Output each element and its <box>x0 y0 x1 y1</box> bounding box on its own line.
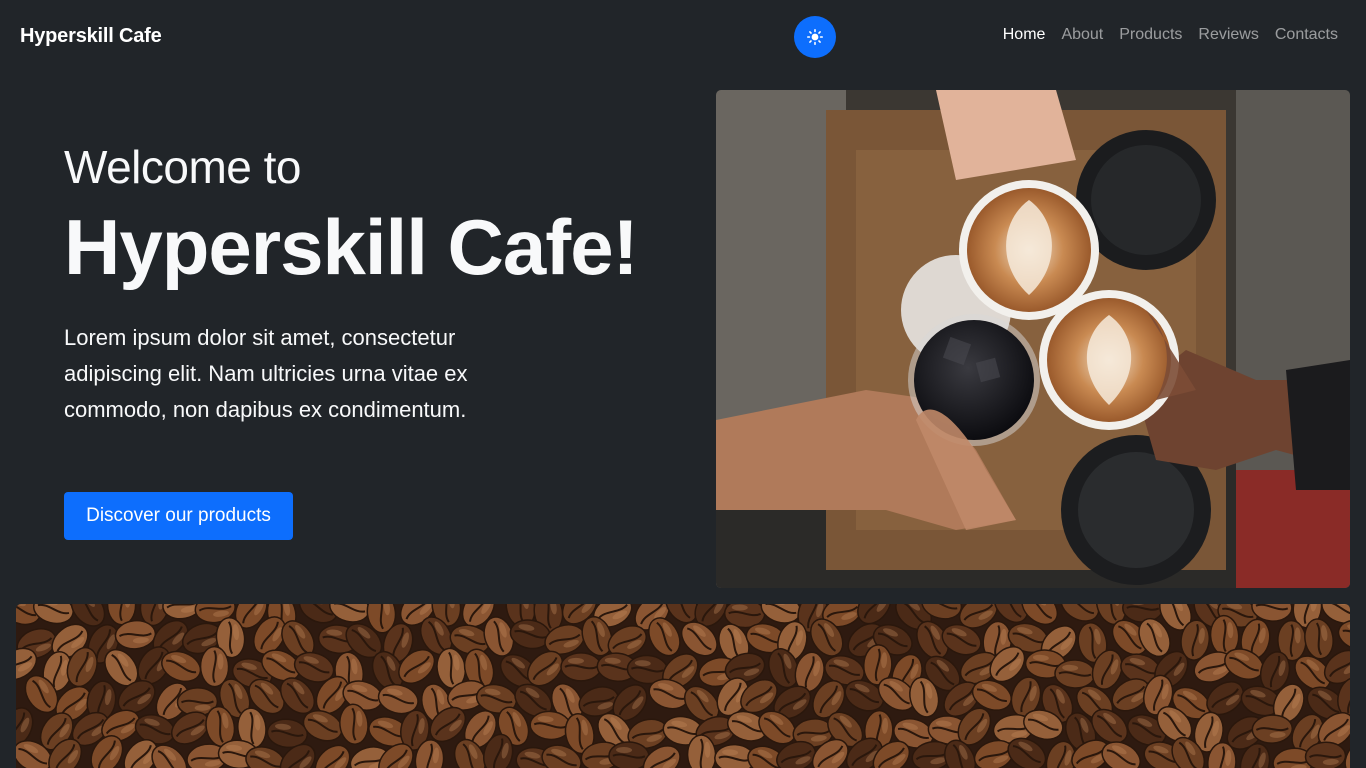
hero-lead: Lorem ipsum dolor sit amet, consectetur … <box>64 325 468 422</box>
hero-welcome: Welcome to <box>64 141 302 193</box>
brand-link[interactable]: Hyperskill Cafe <box>20 25 162 48</box>
theme-toggle-button[interactable] <box>794 16 836 58</box>
navbar: Hyperskill Cafe Home About Products Revi… <box>0 0 1366 74</box>
nav-link-reviews[interactable]: Reviews <box>1198 26 1258 43</box>
coffee-beans-banner-image <box>16 604 1350 768</box>
nav-link-products[interactable]: Products <box>1119 26 1182 43</box>
hero-coffee-image <box>716 90 1350 588</box>
nav-link-about[interactable]: About <box>1061 26 1103 43</box>
hero-title: Hyperskill Cafe! <box>64 203 639 291</box>
discover-products-button[interactable]: Discover our products <box>64 492 293 540</box>
hero-section: Welcome to Hyperskill Cafe! Lorem ipsum … <box>64 140 684 428</box>
nav-links: Home About Products Reviews Contacts <box>1003 26 1338 44</box>
nav-link-contacts[interactable]: Contacts <box>1275 26 1338 43</box>
nav-link-home[interactable]: Home <box>1003 26 1046 43</box>
sun-icon <box>807 29 823 45</box>
